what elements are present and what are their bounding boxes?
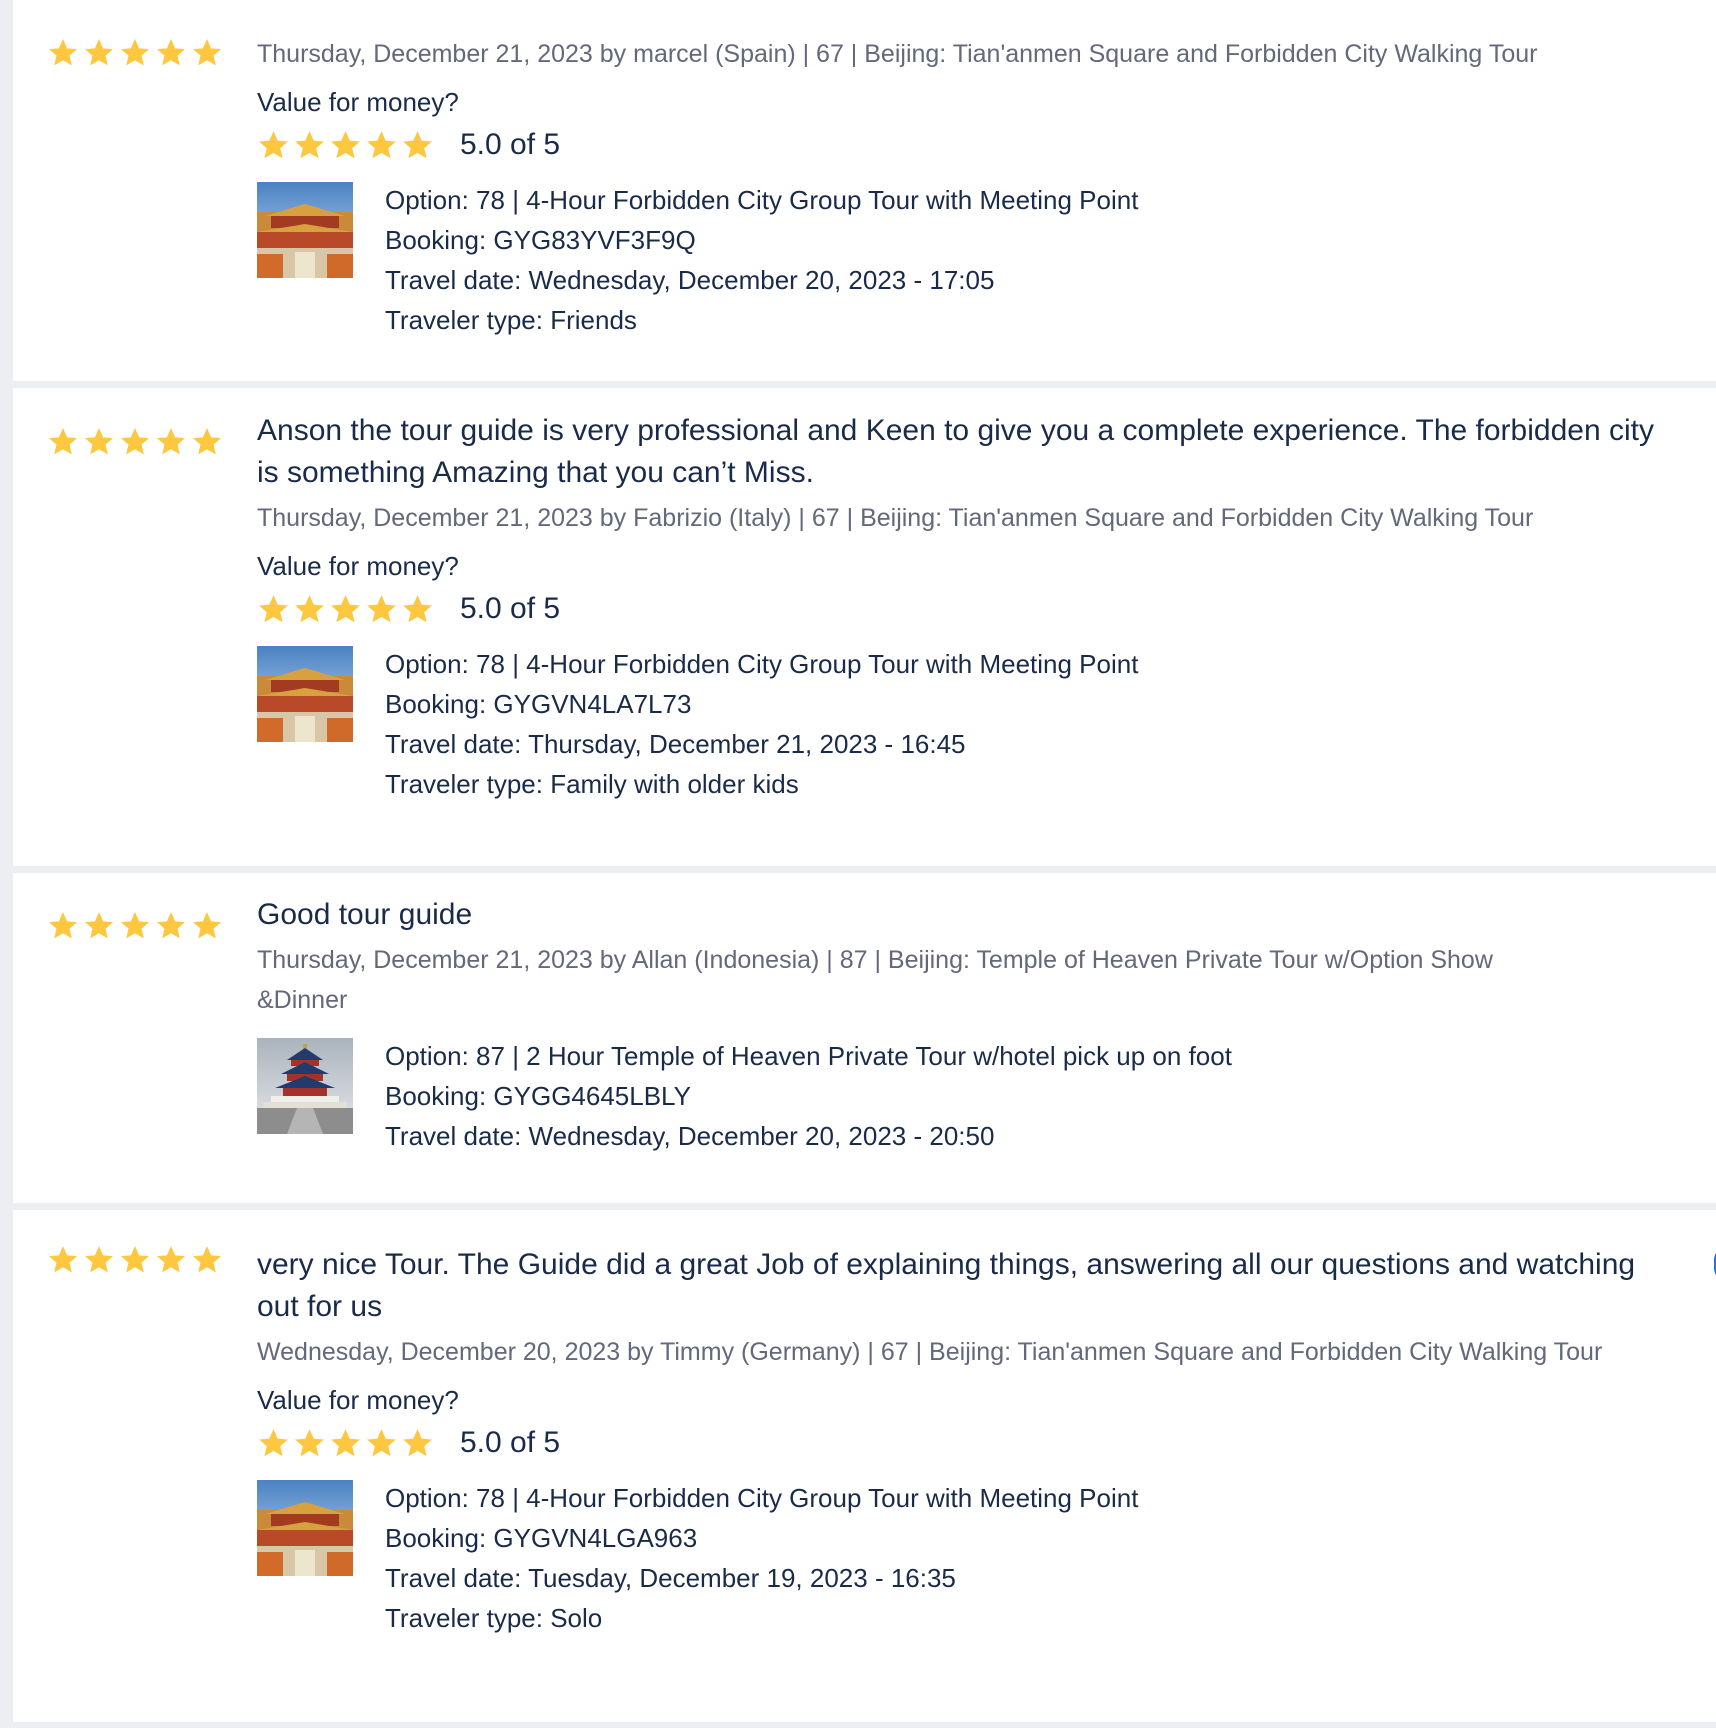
review-rating-stars: [47, 426, 223, 458]
travel-date-text: Travel date: Tuesday, December 19, 2023 …: [385, 1563, 956, 1593]
star-icon: [49, 1246, 77, 1273]
review-card: Anson the tour guide is very professiona…: [13, 388, 1716, 866]
star-icon: [403, 1428, 432, 1456]
value-for-money-label: Value for money?: [257, 1385, 459, 1415]
forbidden-city-thumbnail[interactable]: [257, 182, 353, 278]
star-icon: [331, 1428, 360, 1456]
value-for-money-rating: 5.0 of 5: [257, 1418, 1696, 1468]
review-text: Good tour guide: [257, 898, 473, 931]
option-text: Option: 78 | 4-Hour Forbidden City Group…: [385, 185, 1139, 215]
option-details: Option: 87 | 2 Hour Temple of Heaven Pri…: [385, 1036, 1232, 1156]
forbidden-city-thumbnail[interactable]: [257, 646, 353, 742]
star-icon: [193, 428, 221, 455]
star-icon: [193, 1246, 221, 1273]
star-icon: [403, 594, 432, 622]
star-icon: [259, 594, 288, 622]
review-card: Good tour guide Thursday, December 21, 2…: [13, 873, 1716, 1203]
review-meta: Thursday, December 21, 2023 by marcel (S…: [257, 40, 1538, 68]
star-icon: [121, 39, 149, 66]
traveler-type-text: Traveler type: Solo: [385, 1603, 603, 1633]
star-icon: [403, 130, 432, 158]
forbidden-city-thumbnail[interactable]: [257, 1480, 353, 1576]
star-icon: [157, 912, 185, 939]
value-for-money-score: 5.0 of 5: [460, 1426, 561, 1459]
value-for-money-score: 5.0 of 5: [460, 592, 561, 625]
star-icon: [193, 912, 221, 939]
review-rating-stars: [47, 1244, 223, 1276]
review-meta: Wednesday, December 20, 2023 by Timmy (G…: [257, 1338, 1603, 1366]
traveler-type-text: Traveler type: Friends: [385, 305, 637, 335]
star-icon: [193, 39, 221, 66]
star-icon: [49, 428, 77, 455]
star-icon: [367, 594, 396, 622]
option-details: Option: 78 | 4-Hour Forbidden City Group…: [385, 1478, 1138, 1638]
review-card: very nice Tour. The Guide did a great Jo…: [13, 1210, 1716, 1722]
option-text: Option: 78 | 4-Hour Forbidden City Group…: [385, 649, 1139, 679]
review-card: Thursday, December 21, 2023 by marcel (S…: [13, 0, 1716, 381]
star-icon: [331, 594, 360, 622]
travel-date-text: Travel date: Wednesday, December 20, 202…: [385, 1121, 995, 1151]
star-icon: [295, 130, 324, 158]
star-icon: [121, 912, 149, 939]
travel-date-text: Travel date: Thursday, December 21, 2023…: [385, 729, 966, 759]
star-icon: [367, 1428, 396, 1456]
star-icon: [295, 1428, 324, 1456]
star-icon: [157, 428, 185, 455]
value-for-money-rating: 5.0 of 5: [257, 584, 1696, 634]
value-for-money-stars: [257, 1427, 434, 1460]
star-icon: [121, 428, 149, 455]
review-meta: Thursday, December 21, 2023 by Fabrizio …: [257, 504, 1534, 532]
star-icon: [85, 39, 113, 66]
value-for-money-label: Value for money?: [257, 87, 459, 117]
star-icon: [85, 912, 113, 939]
temple-of-heaven-thumbnail[interactable]: [257, 1038, 353, 1134]
review-text: very nice Tour. The Guide did a great Jo…: [257, 1248, 1636, 1323]
star-icon: [331, 130, 360, 158]
booking-text: Booking: GYGG4645LBLY: [385, 1081, 691, 1111]
booking-text: Booking: GYG83YVF3F9Q: [385, 225, 696, 255]
option-text: Option: 87 | 2 Hour Temple of Heaven Pri…: [385, 1041, 1232, 1071]
booking-details: Option: 78 | 4-Hour Forbidden City Group…: [257, 644, 1696, 804]
value-for-money-stars: [257, 593, 434, 626]
value-for-money-rating: 5.0 of 5: [257, 120, 1696, 170]
review-rating-stars: [47, 37, 223, 69]
booking-text: Booking: GYGVN4LA7L73: [385, 689, 692, 719]
star-icon: [85, 428, 113, 455]
star-icon: [157, 39, 185, 66]
star-icon: [295, 594, 324, 622]
booking-details: Option: 78 | 4-Hour Forbidden City Group…: [257, 1478, 1696, 1638]
value-for-money-stars: [257, 129, 434, 162]
booking-details: Option: 78 | 4-Hour Forbidden City Group…: [257, 180, 1696, 340]
review-text: Anson the tour guide is very professiona…: [257, 414, 1654, 489]
option-details: Option: 78 | 4-Hour Forbidden City Group…: [385, 180, 1138, 340]
value-for-money-score: 5.0 of 5: [460, 128, 561, 161]
star-icon: [367, 130, 396, 158]
option-text: Option: 78 | 4-Hour Forbidden City Group…: [385, 1483, 1139, 1513]
star-icon: [49, 39, 77, 66]
booking-text: Booking: GYGVN4LGA963: [385, 1523, 698, 1553]
star-icon: [259, 130, 288, 158]
star-icon: [49, 912, 77, 939]
star-icon: [259, 1428, 288, 1456]
traveler-type-text: Traveler type: Family with older kids: [385, 769, 799, 799]
star-icon: [85, 1246, 113, 1273]
review-rating-stars: [47, 910, 223, 942]
option-details: Option: 78 | 4-Hour Forbidden City Group…: [385, 644, 1138, 804]
star-icon: [121, 1246, 149, 1273]
review-meta: Thursday, December 21, 2023 by Allan (In…: [257, 946, 1493, 1014]
star-icon: [157, 1246, 185, 1273]
value-for-money-label: Value for money?: [257, 551, 459, 581]
travel-date-text: Travel date: Wednesday, December 20, 202…: [385, 265, 995, 295]
booking-details: Option: 87 | 2 Hour Temple of Heaven Pri…: [257, 1036, 1696, 1156]
reviews-list: Thursday, December 21, 2023 by marcel (S…: [13, 0, 1716, 1722]
